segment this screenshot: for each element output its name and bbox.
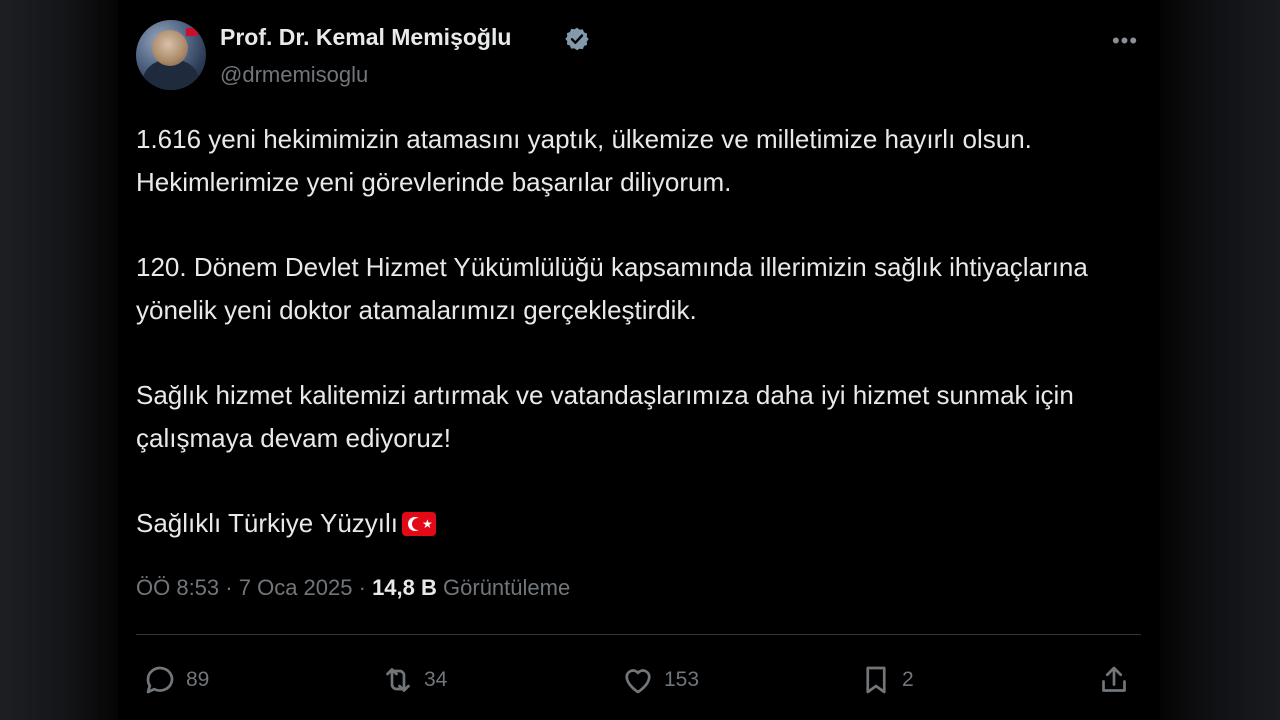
- heart-icon: [625, 669, 651, 694]
- turkey-flag-icon: ★: [402, 512, 437, 536]
- tweet-time[interactable]: ÖÖ 8:53: [136, 575, 219, 600]
- bookmark-button[interactable]: 2: [858, 658, 914, 702]
- like-button[interactable]: 153: [620, 658, 699, 702]
- background-right: [1160, 0, 1280, 720]
- bookmark-count: 2: [902, 668, 914, 691]
- author-name[interactable]: Prof. Dr. Kemal Memişoğlu: [220, 24, 511, 51]
- divider: [136, 634, 1141, 635]
- reply-button[interactable]: 89: [142, 658, 209, 702]
- verified-badge-icon: [565, 27, 589, 51]
- share-button[interactable]: [1096, 658, 1132, 702]
- retweet-count: 34: [424, 668, 448, 691]
- bookmark-icon: [866, 666, 886, 694]
- reply-count: 89: [186, 668, 210, 691]
- meta-separator: ·: [225, 575, 233, 600]
- views-label: Görüntüleme: [443, 575, 571, 600]
- views-count: 14,8 B: [372, 575, 437, 600]
- tweet-card: Prof. Dr. Kemal Memişoğlu @drmemisoglu •…: [118, 0, 1160, 720]
- tweet-paragraph-3: Sağlık hizmet kalitemizi artırmak ve vat…: [136, 380, 1074, 453]
- tweet-date[interactable]: 7 Oca 2025: [239, 575, 353, 600]
- tweet-paragraph-1: 1.616 yeni hekimimizin atamasını yaptık,…: [136, 124, 1032, 197]
- author-handle[interactable]: @drmemisoglu: [220, 62, 368, 88]
- author-avatar[interactable]: [136, 20, 206, 90]
- tweet-paragraph-4: Sağlıklı Türkiye Yüzyılı ★: [136, 502, 1136, 545]
- retweet-icon: [386, 668, 410, 692]
- avatar-flag: [186, 28, 198, 36]
- background-left: [0, 0, 118, 720]
- more-options-icon[interactable]: •••: [1110, 28, 1140, 53]
- tweet-closing-text: Sağlıklı Türkiye Yüzyılı: [136, 508, 399, 538]
- like-count: 153: [664, 668, 700, 691]
- share-icon: [1102, 666, 1126, 692]
- avatar-head: [152, 30, 188, 66]
- retweet-button[interactable]: 34: [380, 658, 447, 702]
- reply-icon: [146, 666, 174, 694]
- meta-separator: ·: [358, 575, 366, 600]
- tweet-meta: ÖÖ 8:53 · 7 Oca 2025 · 14,8 B Görüntülem…: [136, 575, 570, 601]
- tweet-paragraph-2: 120. Dönem Devlet Hizmet Yükümlülüğü kap…: [136, 252, 1088, 325]
